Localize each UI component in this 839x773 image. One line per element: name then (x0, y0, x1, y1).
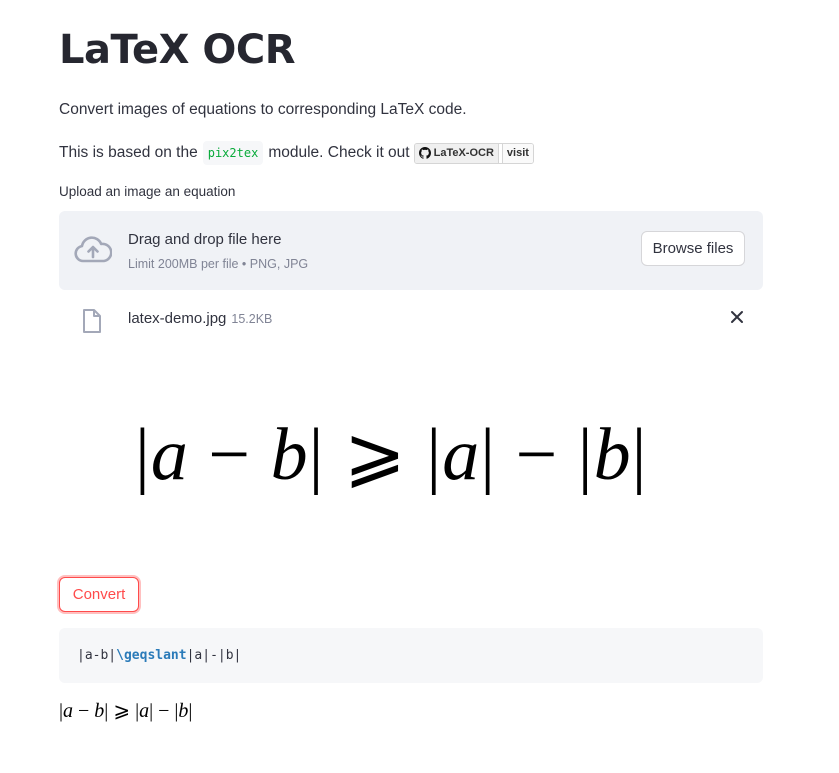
module-name-code: pix2tex (202, 141, 264, 165)
minus-sign: − (188, 414, 271, 496)
file-dropzone[interactable]: Drag and drop file here Limit 200MB per … (59, 211, 763, 290)
dropzone-limit: Limit 200MB per file • PNG, JPG (128, 257, 309, 271)
convert-button[interactable]: Convert (59, 577, 139, 612)
badge-left[interactable]: LaTeX-OCR (414, 143, 499, 163)
latex-code-prefix: |a-b| (77, 648, 117, 663)
abs-bar: | (135, 414, 151, 496)
close-icon[interactable] (728, 308, 746, 326)
geq-symbol: ⩾ (324, 414, 427, 496)
abs-bar: | (130, 700, 140, 722)
abs-bar: | (577, 414, 594, 496)
rendered-equation: |a − b| ⩾ |a| − |b| (59, 698, 192, 723)
var-a: a (150, 414, 189, 496)
var-a: a (63, 700, 74, 722)
description-text: Convert images of equations to correspon… (59, 101, 467, 118)
abs-bar: | (631, 414, 648, 496)
var-b: b (593, 414, 632, 496)
var-b: b (178, 700, 189, 722)
uploaded-file-row: latex-demo.jpg 15.2KB (59, 300, 763, 340)
minus-sign: − (496, 414, 578, 496)
file-name: latex-demo.jpg 15.2KB (128, 310, 272, 327)
latex-code: |a-b|\geqslant|a|-|b| (77, 648, 241, 663)
latex-code-block: |a-b|\geqslant|a|-|b| (59, 628, 763, 683)
abs-bar: | (188, 700, 193, 722)
based-on-line: This is based on the pix2tex module. Che… (59, 141, 534, 165)
equation-image: |a − b| ⩾ |a| − |b| (135, 400, 675, 510)
file-size: 15.2KB (231, 312, 273, 326)
based-on-prefix: This is based on the (59, 144, 198, 161)
abs-bar: | (104, 700, 114, 722)
file-icon (83, 309, 101, 333)
github-icon (418, 147, 431, 159)
dropzone-title: Drag and drop file here (128, 231, 282, 248)
minus-sign: − (73, 700, 95, 722)
latex-code-suffix: |a|-|b| (186, 648, 242, 663)
based-on-suffix: module. Check it out (268, 144, 410, 161)
page-title: LaTeX OCR (59, 27, 296, 73)
file-name-text: latex-demo.jpg (128, 310, 227, 327)
geq-symbol: ⩾ (113, 700, 131, 722)
minus-sign: − (153, 700, 175, 722)
var-a: a (442, 414, 481, 496)
var-b: b (270, 414, 309, 496)
browse-files-button[interactable]: Browse files (641, 231, 745, 266)
var-b: b (94, 700, 105, 722)
abs-bar: | (426, 414, 443, 496)
var-a: a (139, 700, 150, 722)
cloud-upload-icon (74, 236, 112, 263)
abs-bar: | (308, 414, 325, 496)
badge-label: LaTeX-OCR (433, 147, 494, 159)
latex-code-keyword: \geqslant (116, 648, 187, 663)
badge-visit[interactable]: visit (501, 143, 533, 163)
abs-bar: | (480, 414, 497, 496)
uploader-label: Upload an image an equation (59, 184, 236, 199)
equation-image-text: |a − b| ⩾ |a| − |b| (135, 400, 675, 510)
github-badge[interactable]: LaTeX-OCR visit (413, 142, 534, 164)
